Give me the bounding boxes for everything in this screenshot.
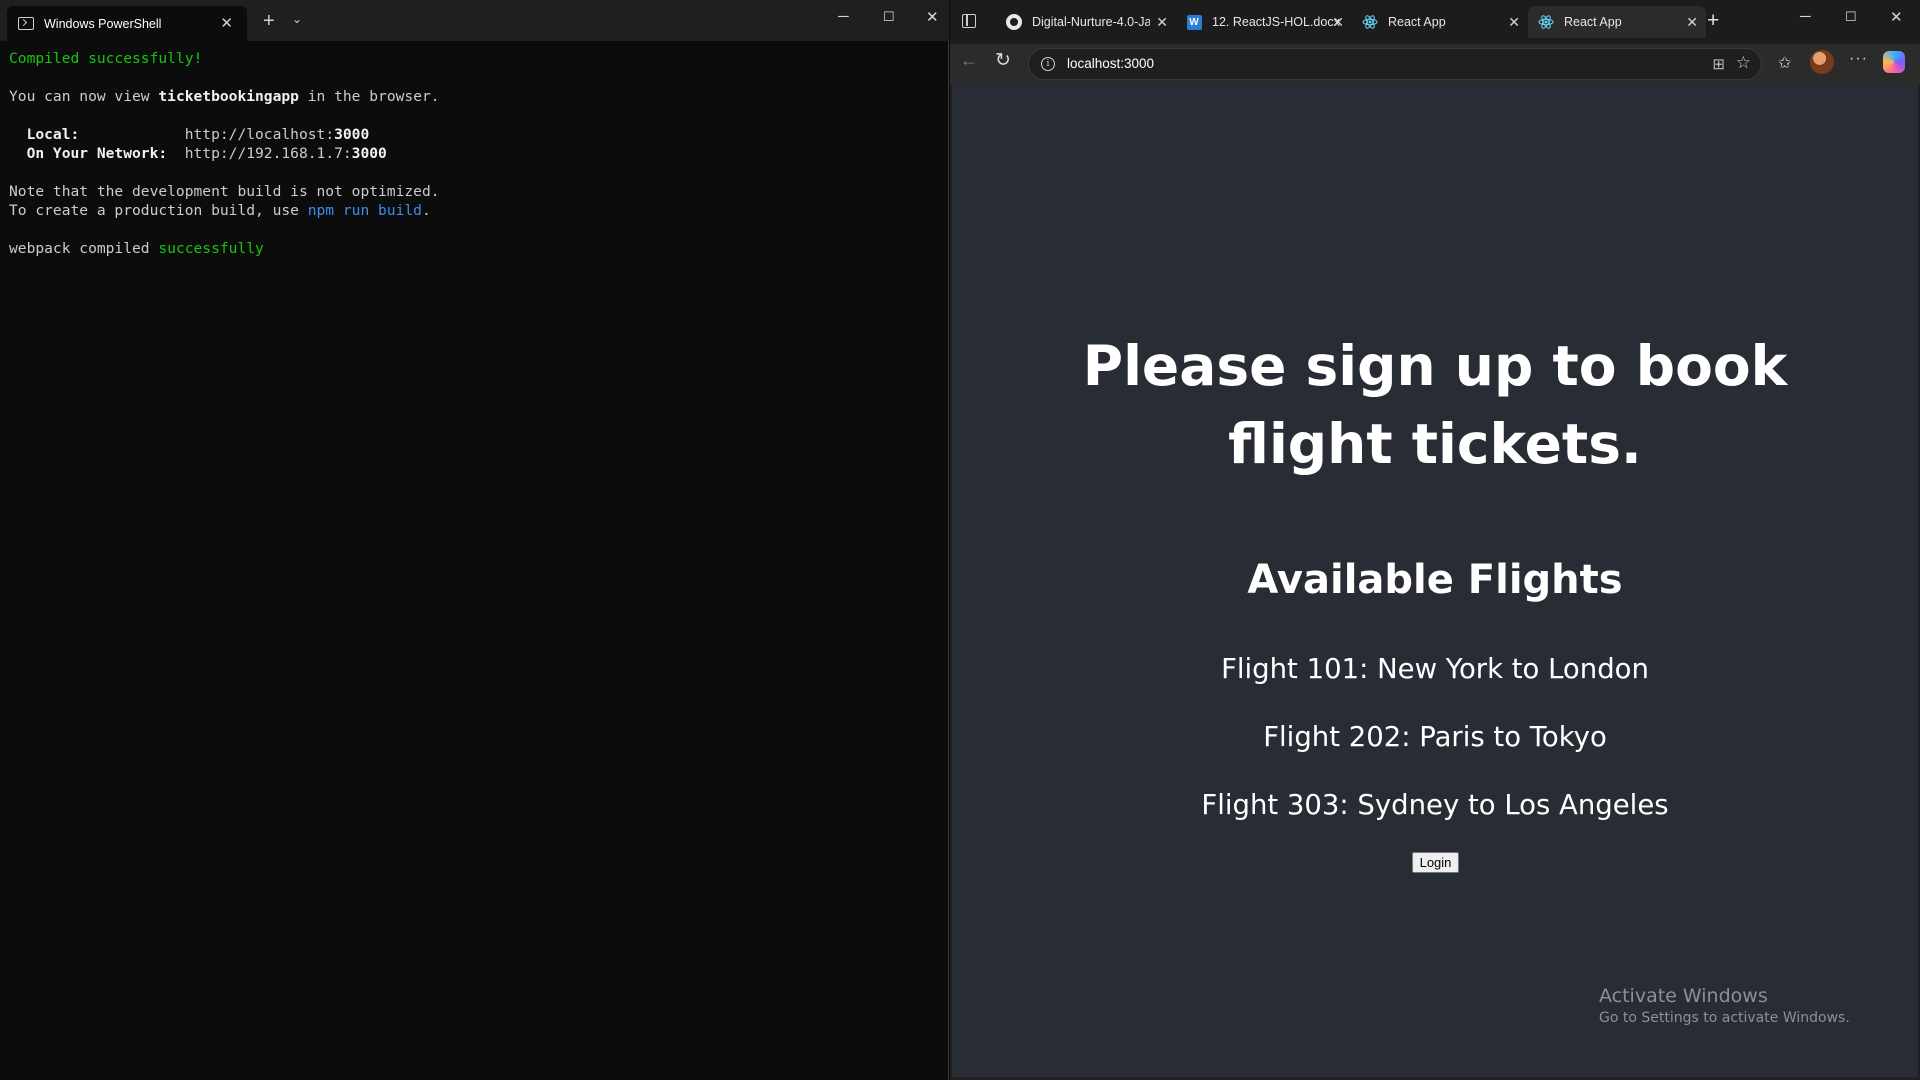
star-icon[interactable]: ☆	[1736, 53, 1751, 73]
npm-command: npm run build	[307, 202, 422, 219]
word-icon: W	[1186, 14, 1202, 30]
local-url: http://localhost:	[184, 126, 335, 143]
more-options-icon[interactable]: ···	[1849, 50, 1868, 68]
webpack-line: webpack compiled	[9, 240, 159, 257]
tab-actions-icon[interactable]	[962, 14, 976, 28]
flight-item: Flight 202: Paris to Tokyo	[1263, 721, 1607, 753]
flights-heading: Available Flights	[1247, 557, 1623, 603]
terminal-titlebar: Windows PowerShell ✕ + ⌄ ─ ☐ ✕	[0, 0, 949, 41]
maximize-icon[interactable]: ☐	[1845, 9, 1857, 25]
browser-toolbar: ← ↻ i localhost:3000 ⊞ ☆ ✩ ···	[950, 44, 1920, 84]
close-tab-icon[interactable]: ✕	[1332, 14, 1344, 31]
close-window-icon[interactable]: ✕	[1890, 8, 1903, 26]
tab-label: Digital-Nurture-4.0-Ja	[1032, 15, 1150, 29]
compiled-line: Compiled successfully!	[9, 50, 203, 67]
new-tab-icon[interactable]: +	[263, 10, 275, 33]
powershell-icon	[18, 17, 34, 30]
network-url: http://192.168.1.7:	[184, 145, 352, 162]
page-content: Please sign up to book flight tickets. A…	[952, 84, 1918, 1077]
flight-item: Flight 303: Sydney to Los Angeles	[1201, 789, 1669, 821]
tab-label: React App	[1564, 15, 1622, 29]
avatar[interactable]	[1810, 50, 1834, 74]
new-tab-icon[interactable]: +	[1707, 9, 1719, 33]
tab-react-app-active[interactable]: React App ✕	[1528, 6, 1706, 38]
minimize-icon[interactable]: ─	[838, 8, 849, 25]
close-tab-icon[interactable]: ✕	[1508, 14, 1520, 31]
login-button[interactable]: Login	[1412, 852, 1459, 873]
react-icon	[1538, 14, 1554, 30]
terminal-tab[interactable]: Windows PowerShell ✕	[7, 6, 247, 41]
maximize-icon[interactable]: ☐	[883, 9, 895, 25]
terminal-output[interactable]: Compiled successfully! You can now view …	[9, 49, 440, 258]
close-tab-icon[interactable]: ✕	[1686, 14, 1698, 31]
app-available-icon[interactable]: ⊞	[1712, 55, 1725, 73]
browser-window: Digital-Nurture-4.0-Ja ✕ W 12. ReactJS-H…	[950, 0, 1920, 1080]
note-line-2: To create a production build, use	[9, 202, 308, 219]
watermark-title: Activate Windows	[1599, 985, 1768, 1007]
tab-word-doc[interactable]: W 12. ReactJS-HOL.docx ✕	[1176, 6, 1352, 38]
tab-label: 12. ReactJS-HOL.docx	[1212, 15, 1340, 29]
terminal-tab-title: Windows PowerShell	[44, 16, 162, 31]
back-arrow-icon[interactable]: ←	[960, 50, 978, 71]
tab-github[interactable]: Digital-Nurture-4.0-Ja ✕	[996, 6, 1176, 38]
site-info-icon[interactable]: i	[1041, 57, 1055, 71]
browser-tabbar: Digital-Nurture-4.0-Ja ✕ W 12. ReactJS-H…	[950, 0, 1920, 44]
view-text: You can now view	[9, 88, 159, 105]
reload-icon[interactable]: ↻	[995, 49, 1011, 72]
github-icon	[1006, 14, 1022, 30]
note-line-1: Note that the development build is not o…	[9, 183, 440, 200]
close-tab-icon[interactable]: ✕	[220, 14, 233, 32]
watermark-subtitle: Go to Settings to activate Windows.	[1599, 1010, 1850, 1026]
address-bar[interactable]: i localhost:3000 ⊞ ☆	[1028, 48, 1762, 80]
tab-react-app[interactable]: React App ✕	[1352, 6, 1528, 38]
network-port: 3000	[351, 145, 387, 162]
app-name: ticketbookingapp	[158, 88, 299, 105]
chevron-down-icon[interactable]: ⌄	[292, 12, 302, 26]
react-icon	[1362, 14, 1378, 30]
address-url[interactable]: localhost:3000	[1067, 56, 1154, 71]
terminal-window: Windows PowerShell ✕ + ⌄ ─ ☐ ✕ Compiled …	[0, 0, 949, 1080]
webpack-status: successfully	[158, 240, 264, 257]
favorites-icon[interactable]: ✩	[1778, 53, 1791, 73]
close-window-icon[interactable]: ✕	[926, 8, 939, 26]
tab-label: React App	[1388, 15, 1446, 29]
note-line-2-suffix: .	[421, 202, 431, 219]
minimize-icon[interactable]: ─	[1800, 8, 1811, 25]
flight-item: Flight 101: New York to London	[1221, 653, 1649, 685]
local-port: 3000	[334, 126, 370, 143]
local-label: Local:	[9, 126, 185, 143]
activate-windows-watermark: Activate Windows Go to Settings to activ…	[1599, 984, 1850, 1028]
copilot-icon[interactable]	[1883, 51, 1905, 73]
close-tab-icon[interactable]: ✕	[1156, 14, 1168, 31]
network-label: On Your Network:	[9, 145, 185, 162]
view-suffix: in the browser.	[298, 88, 440, 105]
page-title: Please sign up to book flight tickets.	[1082, 334, 1788, 476]
